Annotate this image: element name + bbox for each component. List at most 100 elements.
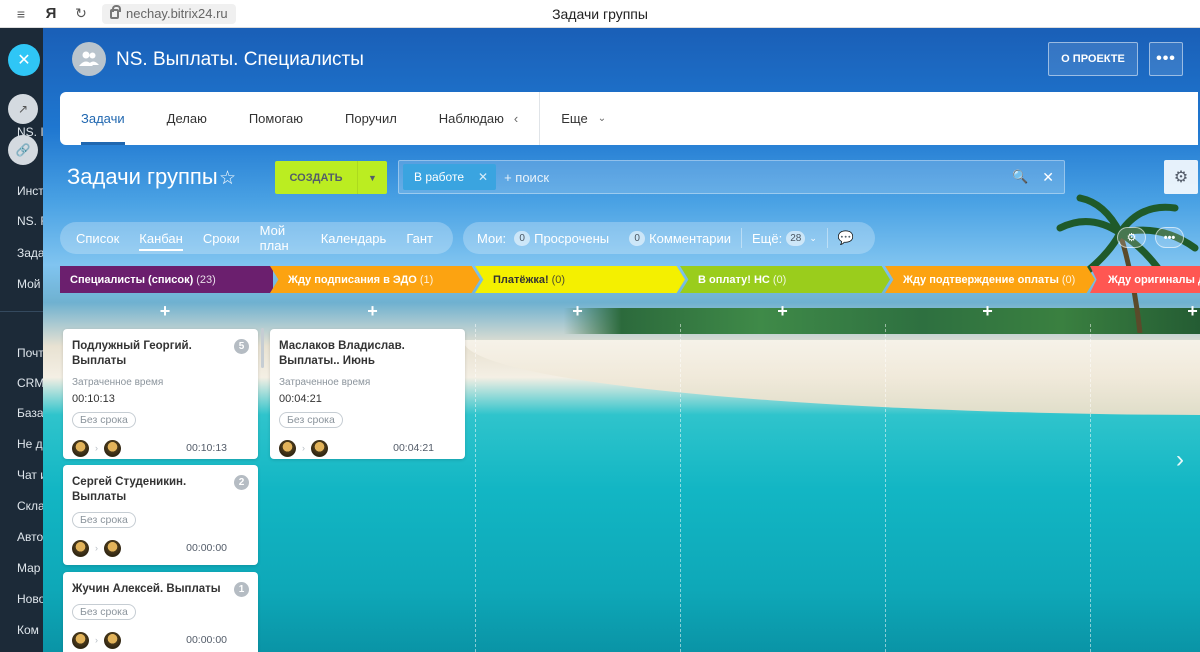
left-menu-item[interactable]: Инст [17, 184, 43, 198]
task-title[interactable]: Жучин Алексей. Выплаты [72, 582, 232, 597]
deadline-tag[interactable]: Без срока [72, 512, 136, 528]
deadline-tag[interactable]: Без срока [279, 412, 343, 428]
left-menu-item[interactable]: Мар [17, 561, 40, 575]
chevron-left-icon[interactable]: ‹ [514, 111, 518, 126]
avatar[interactable] [72, 439, 89, 457]
task-card[interactable]: Жучин Алексей. Выплаты 1 Без срока › 00:… [63, 572, 258, 652]
chevron-down-icon[interactable]: ⌄ [809, 233, 817, 244]
tab-watching[interactable]: Наблюдаю ‹ [418, 92, 539, 145]
chip-close-icon[interactable]: ✕ [478, 170, 488, 184]
task-title[interactable]: Подлужный Георгий. Выплаты [72, 339, 232, 369]
column-header[interactable]: В оплату! НС (0) [680, 266, 890, 293]
column-header[interactable]: Специалисты (список) (23) [60, 266, 273, 293]
left-menu-item[interactable]: Мой [17, 277, 41, 291]
share-icon[interactable]: ↗ [8, 94, 38, 124]
star-icon[interactable]: ☆ [219, 167, 236, 190]
view-kanban[interactable]: Канбан [139, 231, 183, 251]
more-counters-label[interactable]: Ещё: [752, 231, 782, 246]
caret-down-icon[interactable]: ▼ [357, 161, 387, 194]
comments-count[interactable]: 0 [629, 230, 646, 246]
comments-label[interactable]: Комментарии [649, 231, 731, 246]
robot-icon[interactable]: ⚙ [1117, 227, 1146, 248]
column-scrollbar[interactable] [261, 328, 264, 368]
users-icon [79, 51, 99, 66]
deadline-tag[interactable]: Без срока [72, 604, 136, 620]
column-title: Специалисты (список) [70, 273, 194, 286]
view-my-plan[interactable]: Мой план [260, 223, 301, 253]
avatar[interactable] [72, 631, 89, 649]
add-task-button[interactable]: + [1090, 301, 1200, 321]
tab-tasks[interactable]: Задачи [60, 92, 146, 145]
view-calendar[interactable]: Календарь [321, 231, 387, 246]
add-task-button[interactable]: + [475, 301, 680, 321]
add-task-button[interactable]: + [270, 301, 475, 321]
task-card[interactable]: Подлужный Георгий. Выплаты 5 Затраченное… [63, 329, 258, 459]
column-header[interactable]: Жду подписания в ЭДО (1) [270, 266, 480, 293]
view-deadlines[interactable]: Сроки [203, 231, 240, 246]
column-header[interactable]: Жду подтверждение оплаты (0) [885, 266, 1095, 293]
gear-icon[interactable]: ⚙ [1164, 160, 1198, 194]
browser-toolbar: ≡ Я ↻ nechay.bitrix24.ru Задачи группы [0, 0, 1200, 28]
column-header[interactable]: Платёжка! (0) [475, 266, 685, 293]
avatar[interactable] [104, 539, 121, 557]
task-title[interactable]: Маслаков Владислав. Выплаты.. Июнь [279, 339, 439, 369]
avatar[interactable] [311, 439, 328, 457]
kanban-board: Специалисты (список) (23) Жду подписания … [60, 266, 1200, 652]
about-project-button[interactable]: О ПРОЕКТЕ [1048, 42, 1138, 76]
reload-icon[interactable]: ↻ [72, 5, 90, 22]
search-icon[interactable]: 🔍 [1012, 169, 1028, 185]
overdue-count[interactable]: 0 [514, 230, 531, 246]
tab-doing[interactable]: Делаю [146, 92, 228, 145]
filter-chip[interactable]: В работе ✕ [403, 164, 497, 190]
address-bar[interactable]: nechay.bitrix24.ru [102, 3, 236, 24]
tab-assigned[interactable]: Поручил [324, 92, 418, 145]
left-menu-item[interactable]: Почт [17, 346, 43, 360]
yandex-logo[interactable]: Я [42, 5, 60, 22]
left-menu-item[interactable]: NS. F [17, 214, 43, 228]
task-title[interactable]: Сергей Студеникин. Выплаты [72, 475, 232, 505]
chat-icon[interactable]: 💬 [838, 230, 854, 246]
close-icon[interactable]: ✕ [8, 44, 40, 76]
column-divider [680, 324, 681, 652]
left-menu-item[interactable]: Авто [17, 530, 43, 544]
column-header[interactable]: Жду оригиналы доку [1090, 266, 1200, 293]
avatar[interactable] [72, 539, 89, 557]
group-title[interactable]: NS. Выплаты. Специалисты [116, 49, 364, 71]
tabs-bar: Задачи Делаю Помогаю Поручил Наблюдаю ‹ Е… [60, 92, 1198, 145]
more-options-icon[interactable]: ••• [1155, 227, 1184, 248]
group-avatar[interactable] [72, 42, 106, 76]
filter-search-bar[interactable]: В работе ✕ + поиск 🔍 ✕ [398, 160, 1065, 194]
create-button[interactable]: СОЗДАТЬ ▼ [275, 161, 387, 194]
task-card[interactable]: Маслаков Владислав. Выплаты.. Июнь Затра… [270, 329, 465, 459]
left-menu-item[interactable]: Чат и [17, 468, 43, 482]
avatar[interactable] [104, 439, 121, 457]
more-counters-count[interactable]: 28 [786, 230, 806, 246]
task-card[interactable]: Сергей Студеникин. Выплаты 2 Без срока ›… [63, 465, 258, 565]
add-task-button[interactable]: + [885, 301, 1090, 321]
clear-search-icon[interactable]: ✕ [1042, 169, 1054, 186]
left-menu-item[interactable]: Скла [17, 499, 43, 513]
left-menu-item[interactable]: База [17, 406, 43, 420]
left-menu-item[interactable]: Ново [17, 592, 43, 606]
left-menu-divider [0, 311, 43, 312]
tab-more[interactable]: Еще ⌄ [540, 92, 627, 145]
left-menu-item[interactable]: CRM [17, 376, 43, 390]
add-task-button[interactable]: + [60, 301, 270, 321]
create-button-label[interactable]: СОЗДАТЬ [275, 161, 357, 194]
left-menu-item[interactable]: Не д [17, 437, 43, 451]
tab-helping[interactable]: Помогаю [228, 92, 324, 145]
avatar[interactable] [104, 631, 121, 649]
menu-icon[interactable]: ≡ [12, 6, 30, 22]
left-menu-item[interactable]: Зада [17, 246, 43, 260]
search-input[interactable]: + поиск [504, 170, 1012, 185]
overdue-label[interactable]: Просрочены [534, 231, 609, 246]
view-list[interactable]: Список [76, 231, 119, 246]
chevron-right-icon[interactable]: › [1176, 446, 1184, 474]
avatar[interactable] [279, 439, 296, 457]
link-icon[interactable]: 🔗 [8, 135, 38, 165]
more-button[interactable]: ••• [1149, 42, 1183, 76]
deadline-tag[interactable]: Без срока [72, 412, 136, 428]
left-menu-item[interactable]: Ком [17, 623, 39, 637]
add-task-button[interactable]: + [680, 301, 885, 321]
view-gantt[interactable]: Гант [406, 231, 433, 246]
